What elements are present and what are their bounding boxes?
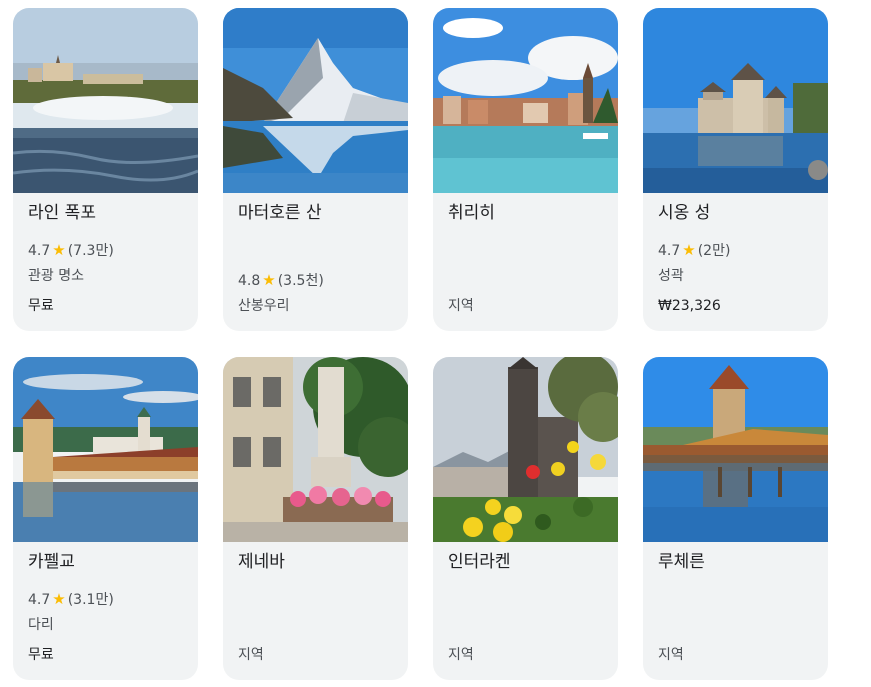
attraction-rating: 4.8 ★ (3.5천) xyxy=(238,271,324,290)
rating-value: 4.7 xyxy=(28,592,51,608)
rating-value: 4.7 xyxy=(658,243,681,259)
attraction-thumbnail[interactable] xyxy=(223,357,408,542)
attraction-card-interlaken[interactable]: 인터라켄 지역 xyxy=(433,357,618,680)
review-count: (3.5천) xyxy=(277,273,324,289)
attraction-card-lucerne[interactable]: 루체른 지역 xyxy=(643,357,828,680)
attraction-price: 무료 xyxy=(28,298,54,314)
star-icon: ★ xyxy=(52,590,66,608)
rating-value: 4.8 xyxy=(238,273,261,289)
attraction-title: 루체른 xyxy=(658,552,705,572)
attraction-title: 카펠교 xyxy=(28,552,75,572)
attraction-thumbnail[interactable] xyxy=(13,8,198,193)
attraction-thumbnail[interactable] xyxy=(643,357,828,542)
attraction-price: 무료 xyxy=(28,647,54,663)
attraction-title: 시옹 성 xyxy=(658,203,711,223)
attraction-title: 마터호른 산 xyxy=(238,203,322,223)
attraction-title: 제네바 xyxy=(238,552,285,572)
attraction-title: 취리히 xyxy=(448,203,495,223)
attraction-card-chapel-bridge[interactable]: 카펠교 4.7 ★ (3.1만) 다리 무료 xyxy=(13,357,198,680)
attraction-rating: 4.7 ★ (3.1만) xyxy=(28,590,114,609)
attractions-grid: 라인 폭포 4.7★(7.3만) 관광 명소 무료 마터호른 산 4.8★ xyxy=(0,0,871,687)
attraction-card-matterhorn[interactable]: 마터호른 산 4.8 ★ (3.5천) 산봉우리 xyxy=(223,8,408,331)
attraction-category: 성곽 xyxy=(658,268,684,284)
attraction-title: 인터라켄 xyxy=(448,552,511,572)
attraction-card-chillon-castle[interactable]: 시옹 성 4.7 ★ (2만) 성곽 ₩23,326 xyxy=(643,8,828,331)
attraction-card-zurich[interactable]: 취리히 지역 xyxy=(433,8,618,331)
attraction-rating: 4.7 ★ (2만) xyxy=(658,241,730,260)
star-icon: ★ xyxy=(262,271,276,289)
star-icon: ★ xyxy=(52,241,66,259)
attraction-card-geneva[interactable]: 제네바 지역 xyxy=(223,357,408,680)
attraction-category: 지역 xyxy=(448,298,474,314)
star-icon: ★ xyxy=(682,241,696,259)
attraction-thumbnail[interactable] xyxy=(643,8,828,193)
attraction-title: 라인 폭포 xyxy=(28,203,96,223)
attraction-thumbnail[interactable] xyxy=(433,357,618,542)
attraction-card-rhine-falls[interactable]: 라인 폭포 4.7 ★ (7.3만) 관광 명소 무료 xyxy=(13,8,198,331)
attraction-category: 관광 명소 xyxy=(28,268,84,284)
attraction-category: 지역 xyxy=(448,647,474,663)
attraction-rating: 4.7 ★ (7.3만) xyxy=(28,241,114,260)
review-count: (2만) xyxy=(697,243,731,259)
review-count: (7.3만) xyxy=(67,243,114,259)
attraction-thumbnail[interactable] xyxy=(13,357,198,542)
attraction-category: 지역 xyxy=(658,647,684,663)
rating-value: 4.7 xyxy=(28,243,51,259)
attraction-price: ₩23,326 xyxy=(658,298,721,314)
attraction-category: 지역 xyxy=(238,647,264,663)
attraction-thumbnail[interactable] xyxy=(433,8,618,193)
review-count: (3.1만) xyxy=(67,592,114,608)
attraction-category: 다리 xyxy=(28,617,54,633)
attraction-thumbnail[interactable] xyxy=(223,8,408,193)
attraction-category: 산봉우리 xyxy=(238,298,290,314)
